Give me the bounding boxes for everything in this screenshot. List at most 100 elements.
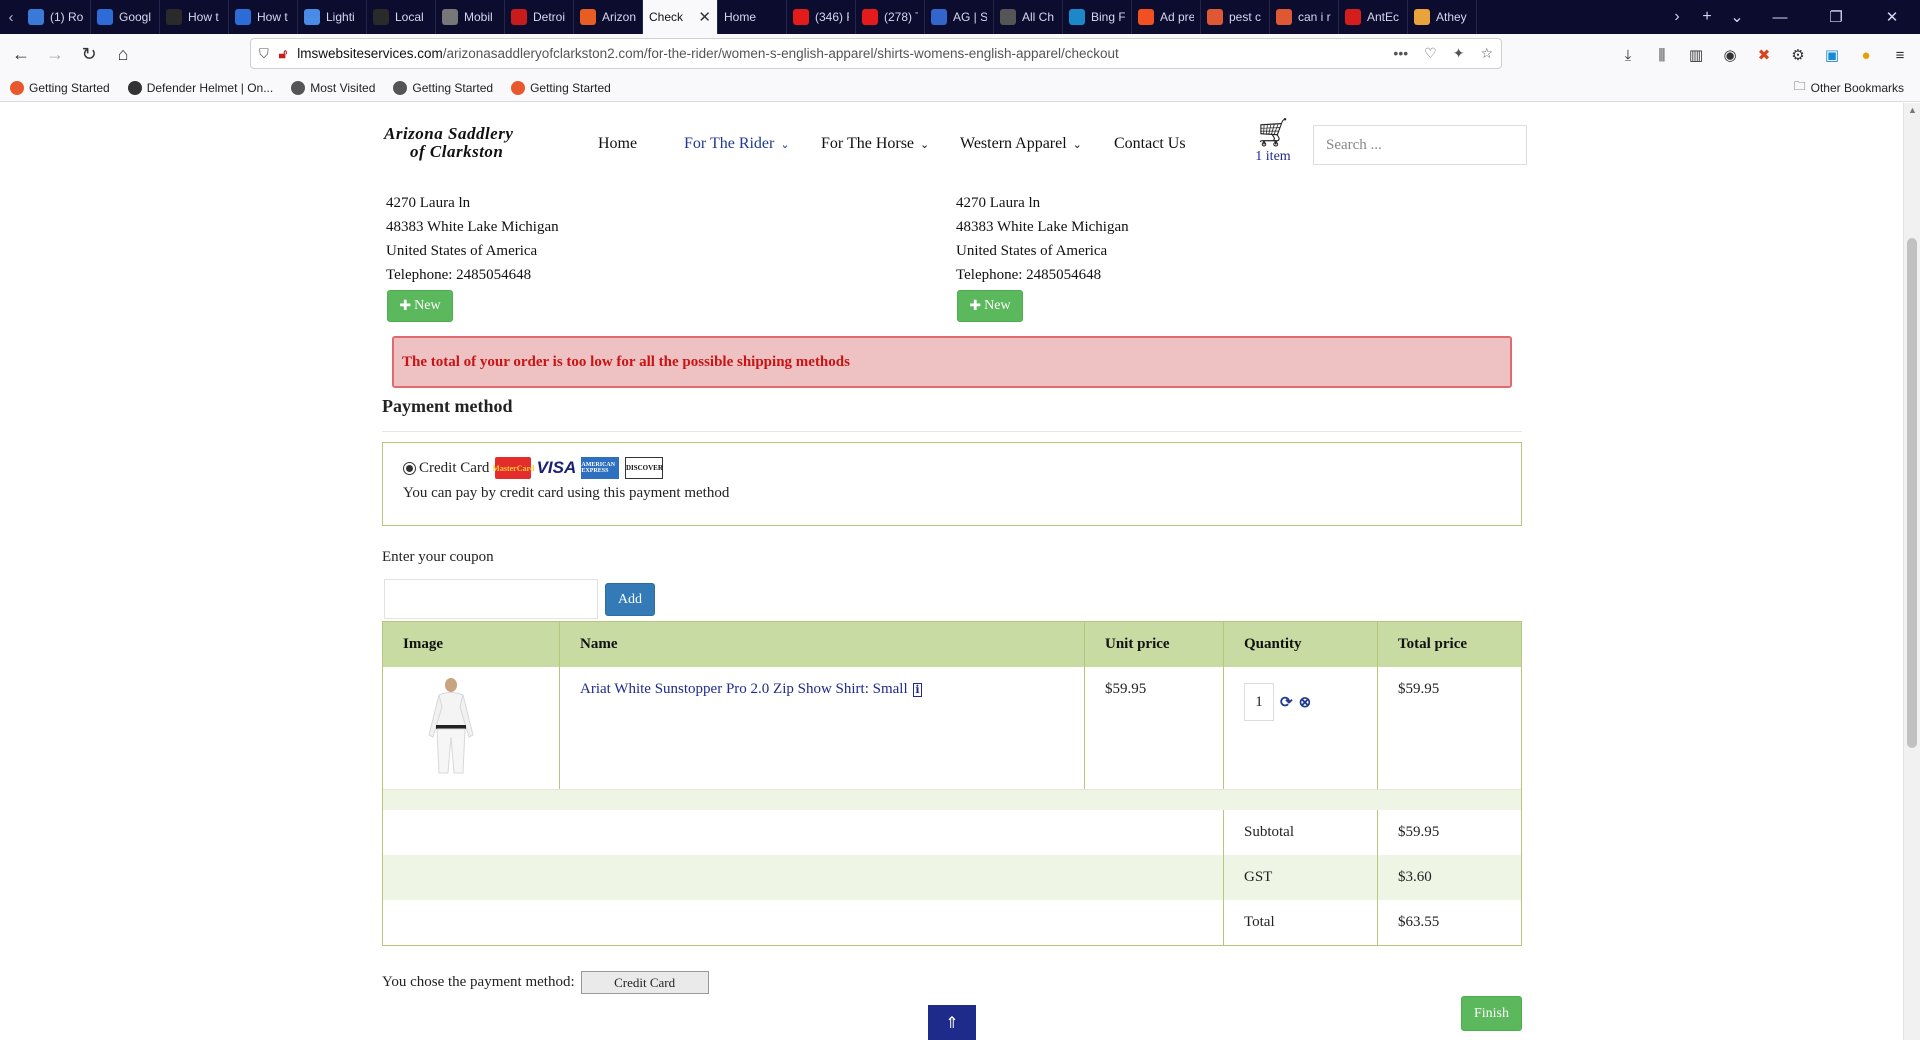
browser-tab[interactable]: How t	[160, 0, 229, 34]
browser-tab[interactable]: AG | Sl	[925, 0, 994, 34]
shipping-street: 4270 Laura ln	[956, 195, 1041, 211]
menu-contact-us[interactable]: Contact Us	[1114, 135, 1186, 153]
remove-item-icon[interactable]: ⊗	[1299, 693, 1312, 712]
tab-scroll-right-icon[interactable]: ›	[1662, 8, 1692, 26]
credit-card-option[interactable]: Credit Card MasterCard VISA AMERICAN EXP…	[403, 457, 664, 479]
browser-tab[interactable]: How t	[229, 0, 298, 34]
m-icon	[235, 9, 251, 25]
menu-for-the-horse[interactable]: For The Horse ⌄	[821, 135, 929, 153]
browser-tab[interactable]: Mobil	[436, 0, 505, 34]
url-bar[interactable]: ⛉ 🔓︎ lmswebsiteservices.com/arizonasaddl…	[250, 38, 1502, 69]
subtotal-value: $59.95	[1398, 824, 1440, 840]
library-icon[interactable]: ⫼	[1646, 38, 1678, 72]
menu-for-the-rider[interactable]: For The Rider ⌄	[684, 135, 790, 153]
bookmark-icon	[511, 80, 526, 95]
browser-tab[interactable]: Detroi	[505, 0, 574, 34]
bookmark-item[interactable]: Defender Helmet | On...	[127, 80, 273, 95]
bookmark-item[interactable]: Getting Started	[10, 80, 110, 95]
new-tab-icon[interactable]: +	[1692, 8, 1722, 26]
a-icon	[1414, 9, 1430, 25]
credit-card-radio[interactable]	[403, 461, 416, 475]
page-actions-icon[interactable]: •••	[1393, 45, 1408, 62]
bookmark-star-icon[interactable]: ☆	[1480, 45, 1493, 62]
menu-home[interactable]: Home	[598, 135, 637, 153]
billing-street: 4270 Laura ln	[386, 195, 471, 211]
back-icon[interactable]: ←	[4, 37, 38, 71]
product-name-link[interactable]: Ariat White Sunstopper Pro 2.0 Zip Show …	[580, 681, 908, 697]
browser-tab[interactable]: AntEc	[1339, 0, 1408, 34]
new-shipping-address-button[interactable]: ✚ New	[957, 290, 1023, 322]
browser-tab[interactable]: pest c	[1201, 0, 1270, 34]
bookmark-item[interactable]: Getting Started	[393, 80, 493, 95]
tab-list-chevron-icon[interactable]: ⌄	[1722, 7, 1752, 27]
pocket-icon[interactable]: ♡	[1424, 45, 1437, 62]
site-logo[interactable]: Arizona Saddlery of Clarkston	[384, 125, 554, 165]
url-text[interactable]: lmswebsiteservices.com/arizonasaddleryof…	[297, 46, 1119, 61]
tab-strip: ‹ (1) Ro Googl How t How t Lighti Local Mobil D…	[0, 0, 1920, 34]
page-scrollbar[interactable]: ▲	[1903, 103, 1920, 1040]
cart-link[interactable]: 🛒︎ 1 item	[1250, 119, 1296, 165]
scroll-to-top-icon[interactable]: ⇑	[928, 1005, 976, 1040]
shipping-country: United States of America	[956, 243, 1108, 259]
addon-coin-icon[interactable]: ●	[1850, 38, 1882, 72]
addon-square-icon[interactable]: ▣	[1816, 38, 1848, 72]
bookmark-item[interactable]: Getting Started	[511, 80, 611, 95]
globe-icon	[28, 9, 44, 25]
refresh-icon[interactable]: ⟳	[1280, 693, 1293, 712]
reload-icon[interactable]: ↻	[72, 37, 106, 71]
chevron-down-icon: ⌄	[780, 138, 790, 151]
insecure-lock-icon[interactable]: 🔓︎	[279, 46, 287, 62]
minimize-icon[interactable]: —	[1752, 9, 1808, 26]
product-info-icon[interactable]: ℹ	[913, 683, 922, 697]
browser-tab[interactable]: All Ch	[994, 0, 1063, 34]
browser-tab[interactable]: Bing F	[1063, 0, 1132, 34]
forward-icon[interactable]: →	[38, 37, 72, 71]
add-coupon-button[interactable]: Add	[605, 583, 655, 616]
browser-tab[interactable]: (346) F	[787, 0, 856, 34]
menu-western-apparel[interactable]: Western Apparel ⌄	[960, 135, 1082, 153]
payment-method-box: Credit Card MasterCard VISA AMERICAN EXP…	[382, 442, 1522, 526]
browser-tab[interactable]: can i r	[1270, 0, 1339, 34]
other-bookmarks[interactable]: 🗀 Other Bookmarks	[1794, 77, 1904, 98]
tab-scroll-left-icon[interactable]: ‹	[0, 0, 22, 34]
scrollbar-thumb[interactable]	[1907, 238, 1917, 748]
close-window-icon[interactable]: ✕	[1864, 8, 1920, 26]
extension-icon[interactable]: ✦	[1453, 45, 1465, 62]
tm-icon	[97, 9, 113, 25]
tab-label: can i r	[1298, 10, 1331, 24]
browser-tab[interactable]: Check ✕	[643, 0, 718, 34]
bookmark-icon	[127, 80, 142, 95]
product-image[interactable]	[403, 675, 499, 775]
coupon-input[interactable]	[384, 579, 598, 619]
browser-tab[interactable]: Athey	[1408, 0, 1477, 34]
bookmark-item[interactable]: Most Visited	[291, 80, 375, 95]
sidebar-icon[interactable]: ▥	[1680, 38, 1712, 72]
youtube-icon	[862, 9, 878, 25]
account-icon[interactable]: ◉	[1714, 38, 1746, 72]
bookmarks-toolbar: Getting Started Defender Helmet | On... Mo…	[0, 74, 1920, 102]
scroll-up-icon[interactable]: ▲	[1908, 105, 1917, 115]
finish-button[interactable]: Finish	[1461, 996, 1522, 1031]
plus-icon: ✚	[969, 298, 982, 314]
browser-tab[interactable]: Arizon	[574, 0, 643, 34]
browser-tab[interactable]: Lighti	[298, 0, 367, 34]
home-icon[interactable]: ⌂	[106, 37, 140, 71]
addon-x-icon[interactable]: ✖	[1748, 38, 1780, 72]
search-input[interactable]: Search ...	[1313, 125, 1527, 165]
close-tab-icon[interactable]: ✕	[698, 8, 711, 26]
addon-gear-icon[interactable]: ⚙	[1782, 38, 1814, 72]
browser-tab[interactable]: Local	[367, 0, 436, 34]
shipping-phone: Telephone: 2485054648	[956, 267, 1102, 283]
shield-icon[interactable]: ⛉	[259, 46, 269, 62]
browser-tab[interactable]: (1) Ro	[22, 0, 91, 34]
new-billing-address-button[interactable]: ✚ New	[387, 290, 453, 322]
browser-tab[interactable]: (278) T	[856, 0, 925, 34]
menu-icon[interactable]: ≡	[1884, 38, 1916, 72]
quantity-input[interactable]: 1	[1244, 683, 1274, 721]
downloads-icon[interactable]: ⤓	[1612, 38, 1644, 72]
browser-tab[interactable]: Home	[718, 0, 787, 34]
restore-icon[interactable]: ❐	[1808, 8, 1864, 26]
browser-tab[interactable]: Ad pre	[1132, 0, 1201, 34]
browser-tab[interactable]: Googl	[91, 0, 160, 34]
chosen-payment-button[interactable]: Credit Card	[580, 971, 709, 994]
